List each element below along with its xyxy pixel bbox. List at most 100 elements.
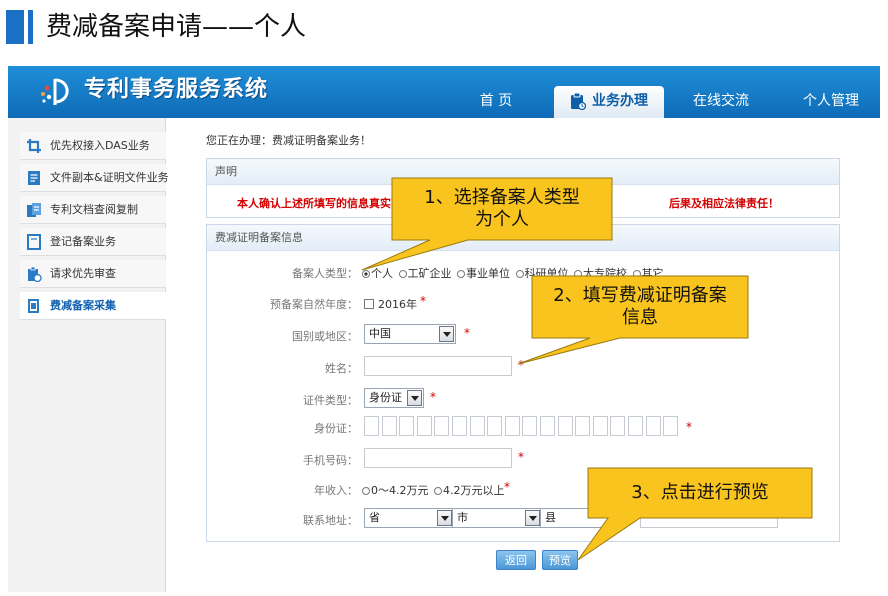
id-number-digit-input[interactable]	[381, 416, 397, 436]
nav-online-chat[interactable]: 在线交流	[676, 86, 766, 118]
income-label: 年收入：	[314, 484, 358, 497]
id-number-digit-input[interactable]	[540, 416, 555, 436]
province-select[interactable]: 省	[364, 508, 454, 528]
sidebar-item-das-priority[interactable]: 优先权接入DAS业务	[20, 132, 166, 160]
notice-text-tail: 后果及相应法律责任！	[669, 197, 779, 210]
notice-text: 本人确认上述所填写的信息真实可靠	[237, 197, 413, 210]
year-label: 预备案自然年度：	[270, 298, 358, 311]
id-number-digit-input[interactable]	[452, 416, 467, 436]
option-label: 大专院校	[583, 267, 627, 280]
county-value: 县	[545, 511, 556, 524]
id-number-digit-input[interactable]	[628, 416, 643, 436]
city-select[interactable]: 市	[452, 508, 542, 528]
app-title: 专利事务服务系统	[84, 77, 269, 102]
sidebar-item-priority-review[interactable]: 请求优先审查	[20, 260, 166, 288]
id-number-digit-input[interactable]	[416, 416, 432, 436]
county-select[interactable]: 县	[540, 508, 616, 528]
income-radio-group: 0～4.2万元 4.2万元以上	[360, 482, 505, 498]
slide-title: 费减备案申请——个人	[46, 12, 307, 42]
callout-3-text: 3、点击进行预览	[631, 482, 769, 503]
nav-home[interactable]: 首 页	[466, 86, 526, 118]
title-accent-bar	[6, 10, 24, 44]
applicant-type-label: 备案人类型：	[292, 267, 358, 280]
sidebar: 优先权接入DAS业务 文件副本&证明文件业务 专利文档查阅复制 登记备案业务 请…	[8, 118, 169, 592]
id-number-digit-input[interactable]	[504, 416, 520, 436]
crop-icon	[27, 139, 41, 153]
region-label: 国别或地区：	[292, 330, 358, 343]
city-value: 市	[457, 511, 468, 524]
address-detail-input[interactable]	[640, 508, 778, 528]
required-mark: *	[686, 420, 692, 434]
sidebar-item-fee-reduction[interactable]: 费减备案采集	[20, 292, 166, 320]
radio-income-low[interactable]	[362, 487, 370, 495]
province-value: 省	[369, 511, 380, 524]
preview-button[interactable]: 预览	[542, 550, 578, 570]
document-icon	[28, 171, 40, 185]
id-number-digit-input[interactable]	[434, 416, 450, 436]
id-number-digit-input[interactable]	[663, 416, 679, 436]
back-button[interactable]: 返回	[496, 550, 536, 570]
radio-research-institute[interactable]	[515, 270, 524, 278]
applicant-type-radio-group: 个人 工矿企业 事业单位 科研单位 大专院校 其它	[360, 265, 664, 281]
nav-personal[interactable]: 个人管理	[786, 86, 876, 118]
breadcrumb: 您正在办理：费减证明备案业务！	[206, 134, 371, 147]
required-mark: *	[464, 326, 470, 340]
id-number-digit-input[interactable]	[364, 416, 379, 436]
required-mark: *	[430, 390, 436, 404]
radio-other[interactable]	[632, 270, 641, 278]
sidebar-item-patent-doc[interactable]: 专利文档查阅复制	[20, 196, 166, 224]
id-number-digit-input[interactable]	[487, 416, 503, 436]
sidebar-item-file-copy[interactable]: 文件副本&证明文件业务	[20, 164, 169, 192]
option-label: 4.2万元以上	[443, 484, 505, 497]
option-label: 个人	[371, 267, 393, 280]
sidebar-item-label: 文件副本&证明文件业务	[50, 171, 169, 184]
title-accent-bar-thin	[28, 10, 33, 44]
priority-review-icon	[28, 266, 42, 282]
id-number-digit-input[interactable]	[645, 416, 661, 436]
id-type-label: 证件类型：	[303, 394, 358, 407]
id-type-select[interactable]: 身份证	[364, 388, 424, 408]
radio-public-institution[interactable]	[457, 270, 465, 278]
id-type-value: 身份证	[369, 391, 402, 404]
nav-business[interactable]: 业务办理	[554, 86, 664, 118]
id-number-digit-input[interactable]	[575, 416, 591, 436]
region-value: 中国	[369, 327, 391, 340]
option-label: 工矿企业	[407, 267, 452, 280]
year-checkbox[interactable]	[364, 299, 374, 309]
radio-individual[interactable]	[362, 270, 370, 278]
option-label: 科研单位	[524, 267, 569, 280]
id-number-digit-input[interactable]	[610, 416, 626, 436]
phone-label: 手机号码：	[303, 454, 358, 467]
id-number-digit-input[interactable]	[522, 416, 538, 436]
radio-college[interactable]	[574, 270, 582, 278]
name-label: 姓名：	[325, 362, 358, 375]
required-mark: *	[518, 358, 524, 372]
option-label: 0～4.2万元	[371, 484, 429, 497]
dropdown-arrow-icon	[439, 326, 454, 342]
dropdown-arrow-icon	[525, 510, 540, 526]
sidebar-item-label: 请求优先审查	[50, 267, 116, 280]
app-header: 专利事务服务系统 首 页 业务办理 在线交流 个人管理	[8, 66, 880, 118]
slide: 费减备案申请——个人 专利事务服务系统 首 页 业务办理 在线交流 个人管理 优…	[0, 0, 888, 596]
id-number-digit-input[interactable]	[592, 416, 608, 436]
region-select[interactable]: 中国	[364, 324, 456, 344]
year-field: 2016年	[364, 296, 417, 312]
required-mark: *	[420, 294, 426, 308]
id-number-digit-input[interactable]	[557, 416, 573, 436]
id-number-digit-input[interactable]	[399, 416, 415, 436]
dropdown-arrow-icon	[437, 510, 452, 526]
clipboard-icon	[571, 92, 586, 110]
radio-income-high[interactable]	[434, 487, 442, 495]
sidebar-item-register[interactable]: 登记备案业务	[20, 228, 166, 256]
address-label: 联系地址：	[303, 514, 358, 527]
callout-1-text: 1、选择备案人类型为个人	[424, 187, 580, 230]
required-mark: *	[518, 450, 524, 464]
id-number-digit-input[interactable]	[469, 416, 485, 436]
sidebar-item-label: 优先权接入DAS业务	[50, 139, 150, 152]
radio-industrial-enterprise[interactable]	[398, 270, 407, 278]
year-value: 2016年	[378, 298, 417, 311]
phone-input[interactable]	[364, 448, 512, 468]
id-number-label: 身份证：	[314, 422, 358, 435]
name-input[interactable]	[364, 356, 512, 376]
callout-2-text: 2、填写费减证明备案信息	[553, 285, 727, 328]
